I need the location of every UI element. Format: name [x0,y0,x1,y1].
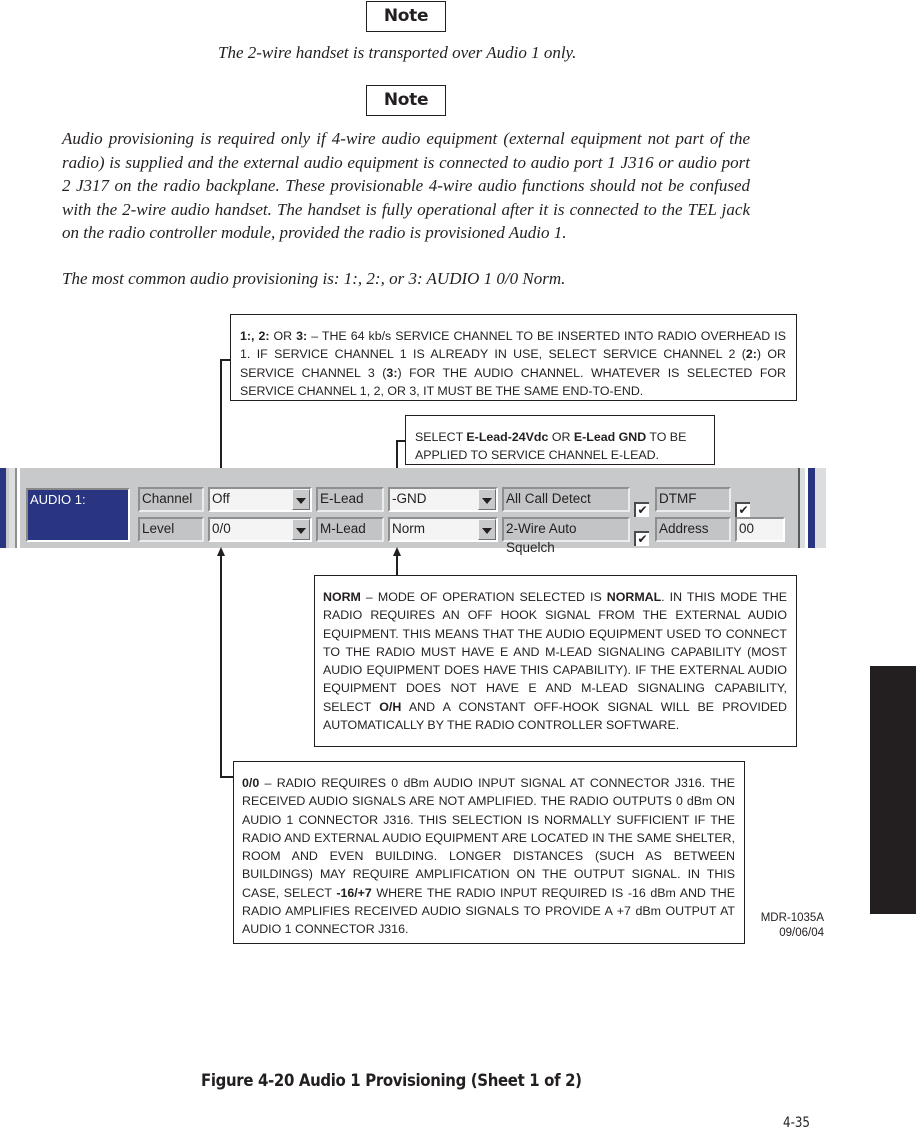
leader-line [396,555,398,576]
note-paragraph: The most common audio provisioning is: 1… [62,269,566,288]
callout-text: – THE 64 kb/s SERVICE CHANNEL TO BE INSE… [240,329,786,362]
level-select[interactable]: 0/0 [208,517,312,542]
callout-text: . IN THIS MODE THE RADIO REQUIRES AN OFF… [323,590,787,714]
drawing-reference: MDR-1035A 09/06/04 [754,911,824,941]
panel-edge [815,468,826,548]
dtmf-checkbox[interactable]: ✔ [735,502,750,517]
leader-line [220,555,222,777]
callout-bold: O/H [379,699,402,714]
panel-title: AUDIO 1: [26,488,130,542]
mlead-label: M-Lead [316,517,384,542]
elead-label: E-Lead [316,487,384,512]
callout-text: – MODE OF OPERATION SELECTED IS [360,590,607,604]
leader-line [220,359,222,481]
callout-bold: 0/0 [242,776,260,790]
callout-text: OR [269,329,297,343]
auto-squelch-checkbox[interactable]: ✔ [634,531,649,546]
leader-line [220,776,234,778]
elead-value: -GND [392,491,427,506]
callout-level: 0/0 – RADIO REQUIRES 0 dBm AUDIO INPUT S… [233,761,745,944]
callout-bold: 3: [296,329,308,343]
all-call-detect-label: All Call Detect [502,487,630,512]
level-label: Level [138,517,204,542]
leader-line [220,359,231,361]
callout-bold: NORM [323,590,361,604]
note-paragraph: Audio provisioning is required only if 4… [62,129,750,242]
chevron-down-icon[interactable] [292,489,310,510]
note-label: Note [366,1,446,32]
panel-edge [808,468,815,548]
page-number: 4-35 [783,1115,811,1131]
note-label: Note [366,85,446,116]
callout-bold: NORMAL [606,590,662,604]
callout-elead: SELECT E-Lead-24Vdc OR E-Lead GND TO BE … [405,415,715,465]
panel-edge [15,468,17,548]
callout-bold: E-Lead GND [573,430,647,444]
all-call-detect-checkbox[interactable]: ✔ [634,502,649,517]
drawing-date: 09/06/04 [779,927,824,939]
callout-text: OR [548,430,574,444]
drawing-id: MDR-1035A [760,912,824,924]
panel-edge [800,468,805,548]
audio-provisioning-panel: AUDIO 1: Channel Off Level 0/0 E-Lead -G… [0,468,826,555]
chevron-down-icon[interactable] [478,519,496,540]
address-input[interactable]: 00 [735,517,785,542]
callout-bold: 1:, 2: [240,329,270,343]
address-label: Address [655,517,731,542]
callout-mlead: NORM – MODE OF OPERATION SELECTED IS NOR… [314,575,797,747]
callout-channel: 1:, 2: OR 3: – THE 64 kb/s SERVICE CHANN… [230,314,797,401]
channel-label: Channel [138,487,204,512]
callout-text: SELECT [415,430,467,444]
mlead-select[interactable]: Norm [388,517,498,542]
callout-bold: E-Lead-24Vdc [466,430,549,444]
mlead-value: Norm [392,521,425,536]
leader-line [396,440,406,442]
callout-bold: 3: [386,365,398,380]
dtmf-label: DTMF [655,487,731,512]
chevron-down-icon[interactable] [478,489,496,510]
level-value: 0/0 [212,521,231,536]
section-thumb-tab [870,666,916,914]
channel-select[interactable]: Off [208,487,312,512]
callout-bold: -16/+7 [336,885,372,900]
figure-caption: Figure 4-20 Audio 1 Provisioning (Sheet … [201,1071,582,1091]
auto-squelch-label: 2-Wire Auto Squelch [502,517,630,555]
channel-value: Off [212,491,230,506]
elead-select[interactable]: -GND [388,487,498,512]
callout-bold: 2: [745,347,757,362]
chevron-down-icon[interactable] [292,519,310,540]
callout-text: – RADIO REQUIRES 0 dBm AUDIO INPUT SIGNA… [242,776,735,900]
note-text: The 2-wire handset is transported over A… [218,43,577,62]
